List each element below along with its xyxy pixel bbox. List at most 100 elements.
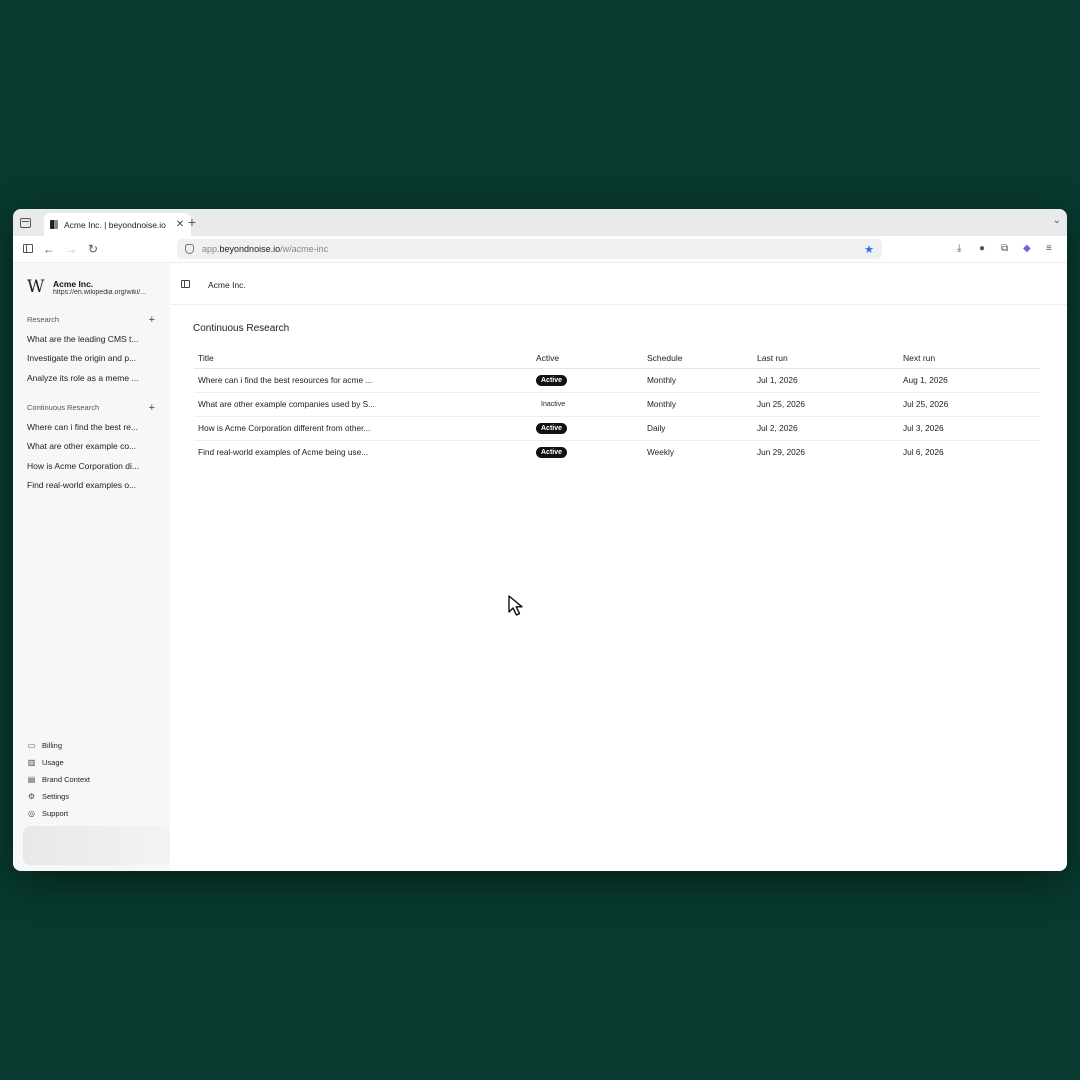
wikipedia-logo-icon: W — [27, 277, 45, 297]
new-tab-button[interactable]: + — [184, 214, 200, 230]
column-header-active[interactable]: Active — [532, 349, 643, 369]
research-section-label: Research — [27, 315, 60, 324]
workspace-url: https://en.wikipedia.org/wiki/... — [53, 288, 146, 296]
research-table: Title Active Schedule Last run Next run … — [194, 349, 1040, 464]
shield-icon[interactable] — [185, 244, 194, 254]
main-header: Acme Inc. — [170, 263, 1067, 305]
sidebar-item-label: Billing — [42, 741, 63, 750]
status-badge[interactable]: Inactive — [536, 399, 570, 410]
browser-tab[interactable]: Acme Inc. | beyondnoise.io ✕ — [44, 213, 191, 236]
sidebar-item-support[interactable]: ◎ Support — [27, 809, 68, 818]
main-content: Acme Inc. Continuous Research Title Acti… — [170, 263, 1067, 871]
row-active: Active — [532, 368, 643, 393]
gear-icon: ⚙ — [27, 792, 36, 801]
url-prefix: app. — [202, 244, 220, 254]
nav-bar: ← → ↻ app. beyondnoise.io/w/acme-inc ★ ⤓ … — [13, 236, 1067, 263]
row-schedule: Daily — [643, 416, 753, 441]
row-title[interactable]: What are other example companies used by… — [194, 392, 532, 417]
research-item[interactable]: Investigate the origin and p... — [27, 353, 142, 363]
user-card[interactable] — [23, 826, 170, 865]
sidebar-item-settings[interactable]: ⚙ Settings — [27, 792, 69, 801]
continuous-item[interactable]: Find real-world examples o... — [27, 480, 142, 490]
url-bar[interactable]: app. beyondnoise.io/w/acme-inc ★ — [177, 239, 882, 259]
reload-icon[interactable]: ↻ — [85, 241, 101, 257]
lifebuoy-icon: ◎ — [28, 809, 35, 818]
browser-window: Acme Inc. | beyondnoise.io ✕ + ⌄ ← → ↻ a… — [13, 209, 1067, 871]
forward-icon[interactable]: → — [63, 241, 79, 257]
table-row[interactable]: Where can i find the best resources for … — [194, 368, 1040, 393]
sidebar-item-label: Brand Context — [42, 775, 90, 784]
back-icon[interactable]: ← — [41, 241, 57, 257]
sidebar-item-label: Settings — [42, 792, 70, 801]
bar-chart-icon: ▥ — [27, 758, 36, 767]
menu-icon[interactable]: ≡ — [1046, 243, 1052, 254]
continuous-item[interactable]: Where can i find the best re... — [27, 422, 142, 432]
continuous-section-label: Continuous Research — [27, 403, 100, 412]
tab-overview-icon[interactable] — [20, 218, 31, 228]
add-research-button[interactable]: + — [149, 314, 155, 325]
page-title: Continuous Research — [193, 323, 290, 334]
table-row[interactable]: Find real-world examples of Acme being u… — [194, 440, 1040, 464]
panel-toggle-icon[interactable] — [181, 280, 190, 288]
row-last-run: Jun 29, 2026 — [757, 447, 805, 458]
continuous-item[interactable]: How is Acme Corporation di... — [27, 461, 142, 471]
research-item[interactable]: What are the leading CMS t... — [27, 334, 142, 344]
sidebar: W Acme Inc. https://en.wikipedia.org/wik… — [13, 263, 170, 871]
workspace-header[interactable]: W Acme Inc. https://en.wikipedia.org/wik… — [27, 277, 157, 297]
add-continuous-button[interactable]: + — [149, 402, 155, 413]
app: W Acme Inc. https://en.wikipedia.org/wik… — [13, 263, 1067, 871]
sidebar-item-brand-context[interactable]: ▤ Brand Context — [27, 775, 90, 784]
sidebar-item-billing[interactable]: ▭ Billing — [27, 741, 62, 750]
workspace-name: Acme Inc. — [53, 278, 94, 289]
sidebar-item-label: Usage — [42, 758, 64, 767]
extensions-icon[interactable]: ⧉ — [1001, 243, 1008, 254]
row-next-run: Jul 6, 2026 — [903, 447, 944, 458]
row-title[interactable]: Find real-world examples of Acme being u… — [194, 440, 532, 464]
row-next-run: Jul 25, 2026 — [899, 392, 1040, 417]
row-schedule: Monthly — [643, 392, 753, 417]
row-active: Active — [532, 440, 643, 464]
card-icon: ▭ — [27, 741, 36, 750]
row-title[interactable]: How is Acme Corporation different from o… — [194, 416, 532, 441]
continuous-item[interactable]: What are other example co... — [27, 441, 142, 451]
column-header-schedule[interactable]: Schedule — [643, 349, 753, 369]
row-schedule: Monthly — [643, 368, 753, 393]
download-icon[interactable]: ⤓ — [957, 243, 961, 254]
tab-list-chevron-icon[interactable]: ⌄ — [1053, 215, 1061, 226]
tab-strip: Acme Inc. | beyondnoise.io ✕ + ⌄ — [13, 209, 1067, 236]
mouse-cursor-icon — [508, 595, 523, 616]
row-title[interactable]: Where can i find the best resources for … — [194, 368, 532, 393]
row-next-run: Jul 3, 2026 — [899, 416, 1040, 441]
column-header-next-run[interactable]: Next run — [899, 349, 1040, 369]
row-active: Inactive — [532, 392, 643, 417]
row-last-run: Jul 1, 2026 — [753, 368, 899, 393]
status-badge[interactable]: Active — [536, 375, 568, 386]
row-next-run: Aug 1, 2026 — [899, 368, 1040, 393]
book-icon: ▤ — [27, 775, 36, 784]
row-last-run: Jun 25, 2026 — [753, 392, 899, 417]
breadcrumb: Acme Inc. — [208, 280, 246, 290]
sidebar-toggle-icon[interactable] — [20, 241, 36, 257]
column-header-last-run[interactable]: Last run — [753, 349, 899, 369]
url-path: /w/acme-inc — [280, 244, 329, 254]
research-item[interactable]: Analyze its role as a meme ... — [27, 373, 142, 383]
sidebar-item-usage[interactable]: ▥ Usage — [27, 758, 64, 767]
tab-title: Acme Inc. | beyondnoise.io — [64, 219, 166, 230]
bookmark-star-icon[interactable]: ★ — [864, 243, 874, 256]
status-badge[interactable]: Active — [536, 423, 568, 434]
sidebar-item-label: Support — [42, 809, 69, 818]
column-header-title[interactable]: Title — [194, 349, 532, 369]
url-host: beyondnoise.io — [219, 244, 281, 254]
status-badge[interactable]: Active — [536, 447, 568, 459]
research-section-header: Research + — [27, 314, 155, 325]
continuous-section-header: Continuous Research + — [27, 402, 155, 413]
table-row[interactable]: How is Acme Corporation different from o… — [194, 416, 1040, 441]
row-last-run: Jul 2, 2026 — [753, 416, 899, 441]
table-header-row: Title Active Schedule Last run Next run — [194, 349, 1040, 369]
account-icon[interactable]: ● — [979, 243, 985, 254]
extension-icon[interactable]: ◆ — [1023, 243, 1031, 254]
row-schedule: Weekly — [647, 447, 675, 458]
row-active: Active — [532, 416, 643, 441]
table-row[interactable]: What are other example companies used by… — [194, 392, 1040, 417]
favicon-icon — [50, 220, 58, 229]
